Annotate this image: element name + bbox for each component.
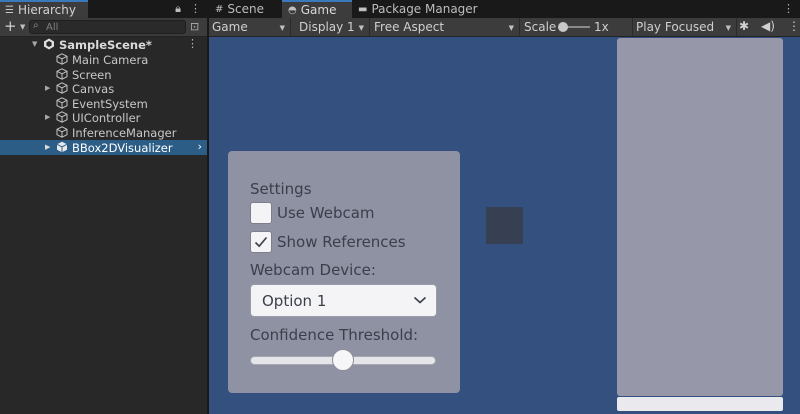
play-mode-dropdown[interactable]: Play Focused ▼	[632, 18, 737, 36]
item-label: BBox2DVisualizer	[72, 140, 173, 155]
list-item[interactable]: ▶ Canvas	[0, 81, 207, 96]
select-value: Option 1	[262, 292, 327, 310]
bug-icon[interactable]: ✱	[739, 19, 749, 33]
gameobject-cube-icon	[56, 97, 68, 109]
gameobject-cube-icon	[56, 126, 68, 138]
list-icon: ☰	[5, 4, 14, 16]
dropdown-value: Play Focused	[636, 20, 715, 34]
expand-arrow-icon[interactable]: ▶	[45, 113, 50, 121]
kebab-menu-icon[interactable]: ⋮	[788, 19, 800, 33]
chevron-down-icon[interactable]: ▼	[20, 23, 25, 31]
lock-icon[interactable]: 🔒︎	[175, 2, 181, 16]
list-item[interactable]: EventSystem	[0, 96, 207, 111]
chevron-down-icon: ▼	[508, 24, 514, 32]
use-webcam-label: Use Webcam	[277, 204, 375, 222]
show-references-checkbox[interactable]	[250, 231, 272, 253]
show-references-toggle[interactable]: Show References	[250, 231, 406, 253]
right-panel-footer	[617, 397, 783, 411]
dropdown-value: Display 1	[299, 20, 355, 34]
audio-mute-icon[interactable]: ◀)	[761, 19, 775, 33]
expand-arrow-icon[interactable]: ▶	[45, 84, 50, 92]
list-item[interactable]: ▶ UIController	[0, 110, 207, 125]
dropdown-value: Free Aspect	[374, 20, 445, 34]
hierarchy-tab-bar: ☰ Hierarchy 🔒︎ ⋮	[0, 0, 207, 18]
item-label: Main Camera	[72, 52, 149, 67]
dropdown-value: Game	[212, 20, 248, 34]
search-input[interactable]	[46, 21, 181, 33]
scene-name: SampleScene*	[59, 37, 152, 52]
chevron-down-icon	[413, 296, 427, 304]
search-icon: ⌕	[33, 20, 39, 31]
item-label: Canvas	[72, 81, 115, 96]
gameobject-cube-icon	[56, 141, 68, 153]
use-webcam-toggle[interactable]: Use Webcam	[250, 202, 375, 224]
tab-label: Package Manager	[371, 2, 478, 16]
view-mode-dropdown[interactable]: Game ▼	[209, 18, 291, 36]
scale-slider-knob[interactable]	[558, 22, 568, 32]
scene-kebab-icon[interactable]: ⋮	[187, 37, 198, 50]
gameobject-cube-icon	[56, 111, 68, 123]
tab-scene[interactable]: # Scene	[209, 0, 282, 18]
game-viewport[interactable]: Settings Use Webcam Show References Webc…	[209, 37, 800, 414]
list-item[interactable]: Screen	[0, 67, 207, 82]
scene-filter-icon[interactable]: ⊡	[190, 20, 199, 33]
use-webcam-checkbox[interactable]	[250, 202, 272, 224]
right-panel	[617, 38, 783, 396]
hierarchy-tab-label: Hierarchy	[17, 3, 76, 17]
chevron-down-icon: ▼	[725, 24, 731, 32]
list-item-selected[interactable]: ▶ BBox2DVisualizer ›	[0, 140, 207, 155]
package-icon: ▬	[358, 3, 368, 15]
expand-arrow-icon[interactable]: ▼	[32, 40, 37, 48]
scene-root[interactable]: ▼ SampleScene* ⋮	[0, 37, 207, 52]
gamepad-icon: ◓	[288, 4, 297, 16]
confidence-slider-knob[interactable]	[332, 349, 354, 371]
kebab-menu-icon[interactable]: ⋮	[190, 2, 201, 16]
chevron-down-icon: ▼	[358, 24, 364, 32]
settings-panel: Settings Use Webcam Show References Webc…	[228, 151, 460, 393]
chevron-down-icon: ▼	[279, 24, 285, 32]
editor-tab-bar: # Scene ◓ Game ▬ Package Manager ⋮	[209, 0, 800, 18]
unity-logo-icon	[44, 38, 54, 50]
scene-object	[486, 207, 523, 244]
tab-package-manager[interactable]: ▬ Package Manager	[352, 0, 482, 18]
tab-game[interactable]: ◓ Game	[282, 0, 352, 18]
tab-label: Game	[300, 3, 337, 17]
checkmark-icon	[254, 236, 268, 248]
tab-hierarchy[interactable]: ☰ Hierarchy	[0, 0, 88, 18]
item-label: UIController	[72, 110, 141, 125]
settings-title: Settings	[250, 180, 312, 198]
hierarchy-panel: ☰ Hierarchy 🔒︎ ⋮ + ▼ ⌕ ⊡ ▼ SampleScene* …	[0, 0, 207, 414]
gameobject-cube-icon	[56, 82, 68, 94]
display-dropdown[interactable]: Display 1 ▼	[296, 18, 370, 36]
grid-icon: #	[215, 3, 224, 15]
gameobject-cube-icon	[56, 53, 68, 65]
hierarchy-toolbar: + ▼ ⌕ ⊡	[0, 18, 207, 37]
gameobject-cube-icon	[56, 68, 68, 80]
hierarchy-search[interactable]: ⌕	[29, 20, 186, 34]
item-label: InferenceManager	[72, 125, 177, 140]
chevron-right-icon[interactable]: ›	[198, 140, 202, 153]
scale-value: 1x	[594, 20, 609, 34]
list-item[interactable]: Main Camera	[0, 52, 207, 67]
show-references-label: Show References	[277, 233, 406, 251]
webcam-device-select[interactable]: Option 1	[250, 284, 437, 317]
aspect-dropdown[interactable]: Free Aspect ▼	[371, 18, 520, 36]
add-object-button[interactable]: +	[4, 19, 17, 34]
game-toolbar: Game ▼ Display 1 ▼ Free Aspect ▼ Scale 1…	[209, 18, 800, 37]
scale-control[interactable]: Scale 1x	[524, 18, 609, 36]
item-label: EventSystem	[72, 96, 148, 111]
webcam-device-label: Webcam Device:	[250, 261, 376, 279]
kebab-menu-icon[interactable]: ⋮	[783, 2, 794, 15]
tab-label: Scene	[227, 2, 264, 16]
item-label: Screen	[72, 67, 112, 82]
expand-arrow-icon[interactable]: ▶	[45, 143, 50, 151]
list-item[interactable]: InferenceManager	[0, 125, 207, 140]
scale-label: Scale	[524, 20, 557, 34]
confidence-label: Confidence Threshold:	[250, 326, 419, 344]
